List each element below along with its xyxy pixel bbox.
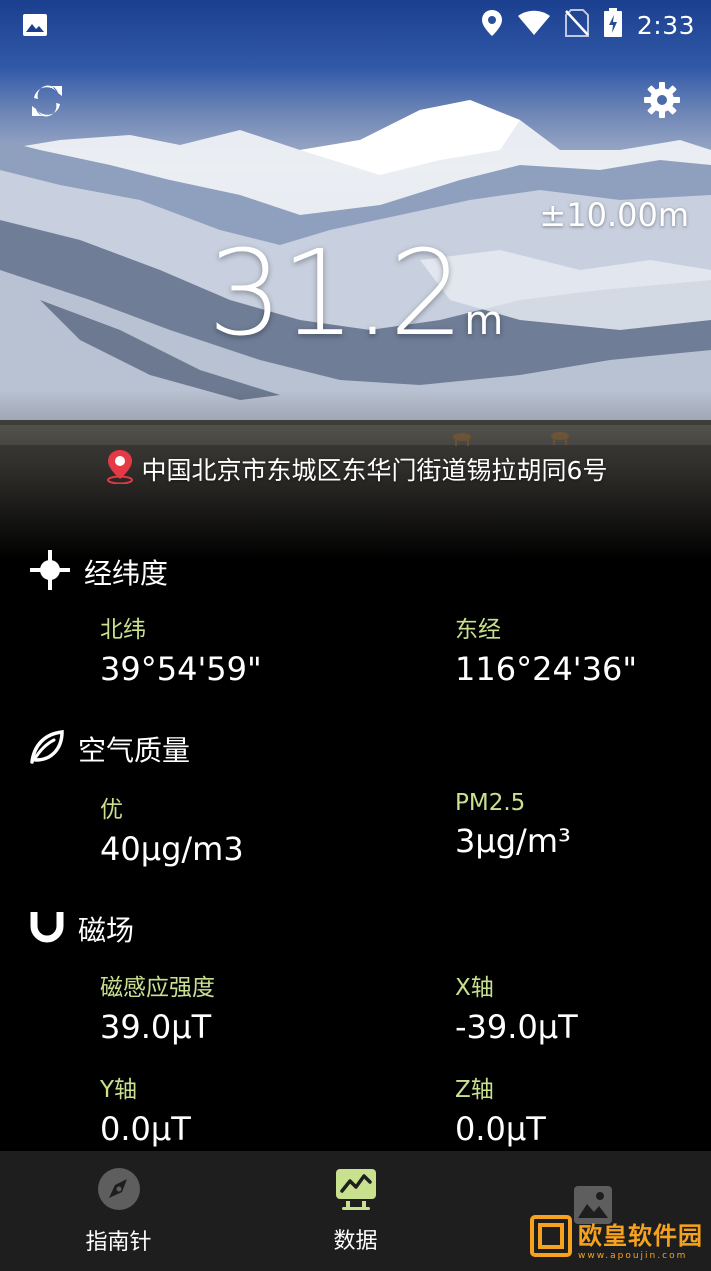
x-axis-label: X轴	[455, 975, 494, 1001]
longitude-label: 东经	[455, 617, 501, 643]
altitude-display: 31.2m	[0, 228, 711, 358]
gallery-notification-icon	[22, 12, 48, 42]
status-time: 2:33	[636, 10, 695, 40]
pm25-value: 3μg/m³	[455, 822, 571, 860]
aqi-item: 优 40μg/m3	[100, 790, 244, 868]
longitude-value: 116°24'36"	[455, 650, 638, 688]
location-address[interactable]: 中国北京市东城区东华门街道锡拉胡同6号	[0, 448, 711, 490]
magnetic-title: 磁场	[78, 914, 135, 947]
watermark-logo-icon	[530, 1215, 572, 1261]
air-quality-header: 空气质量	[28, 728, 190, 770]
address-text: 中国北京市东城区东华门街道锡拉胡同6号	[141, 456, 608, 485]
map-pin-icon	[104, 448, 136, 490]
altitude-value: 31.2	[207, 224, 465, 362]
pm25-label: PM2.5	[455, 790, 526, 816]
nav-compass[interactable]: 指南针	[0, 1151, 237, 1271]
nav-compass-label: 指南针	[85, 1230, 152, 1255]
air-quality-title: 空气质量	[78, 734, 191, 767]
no-sim-icon	[564, 9, 589, 41]
magnetic-strength-item: 磁感应强度 39.0μT	[100, 968, 215, 1046]
nav-data-label: 数据	[333, 1229, 378, 1254]
z-axis-value: 0.0μT	[455, 1110, 546, 1148]
x-axis-item: X轴 -39.0μT	[455, 968, 578, 1046]
site-watermark: 欧皇软件园 www.apoujin.com	[530, 1215, 703, 1261]
y-axis-item: Y轴 0.0μT	[100, 1070, 191, 1148]
coordinates-title: 经纬度	[84, 557, 169, 590]
nav-data[interactable]: 数据	[237, 1151, 474, 1271]
aqi-label: 优	[100, 797, 123, 823]
watermark-url: www.apoujin.com	[578, 1250, 688, 1261]
settings-gear-icon[interactable]	[642, 80, 682, 124]
longitude-item: 东经 116°24'36"	[455, 610, 637, 688]
coordinates-header: 经纬度	[28, 548, 168, 596]
y-axis-value: 0.0μT	[100, 1110, 191, 1148]
magnetic-strength-value: 39.0μT	[100, 1008, 212, 1046]
watermark-text-group: 欧皇软件园 www.apoujin.com	[578, 1216, 703, 1261]
watermark-text: 欧皇软件园	[578, 1221, 703, 1250]
wifi-icon	[517, 10, 551, 40]
pm25-item: PM2.5 3μg/m³	[455, 790, 571, 860]
latitude-label: 北纬	[100, 617, 146, 643]
location-icon	[481, 9, 503, 41]
data-chart-icon	[334, 1167, 378, 1215]
magnetic-header: 磁场	[28, 908, 134, 950]
aqi-value: 40μg/m3	[100, 830, 244, 868]
magnet-icon	[28, 908, 66, 950]
latitude-item: 北纬 39°54'59"	[100, 610, 262, 688]
crosshair-icon	[28, 548, 72, 596]
coordinates-section: 经纬度 北纬 39°54'59" 东经 116°24'36"	[0, 540, 711, 700]
compass-icon	[96, 1166, 142, 1216]
magnetic-strength-label: 磁感应强度	[100, 975, 215, 1001]
status-bar: 2:33	[0, 0, 711, 50]
magnetic-section: 磁场 磁感应强度 39.0μT X轴 -39.0μT Y轴 0.0μT Z轴 0…	[0, 900, 711, 1150]
altitude-unit: m	[464, 298, 504, 344]
refresh-icon[interactable]	[28, 82, 66, 124]
z-axis-label: Z轴	[455, 1077, 494, 1103]
leaf-icon	[28, 728, 66, 770]
air-quality-section: 空气质量 优 40μg/m3 PM2.5 3μg/m³	[0, 720, 711, 880]
battery-charging-icon	[603, 8, 623, 42]
latitude-value: 39°54'59"	[100, 650, 262, 688]
y-axis-label: Y轴	[100, 1077, 138, 1103]
z-axis-item: Z轴 0.0μT	[455, 1070, 546, 1148]
x-axis-value: -39.0μT	[455, 1008, 578, 1046]
